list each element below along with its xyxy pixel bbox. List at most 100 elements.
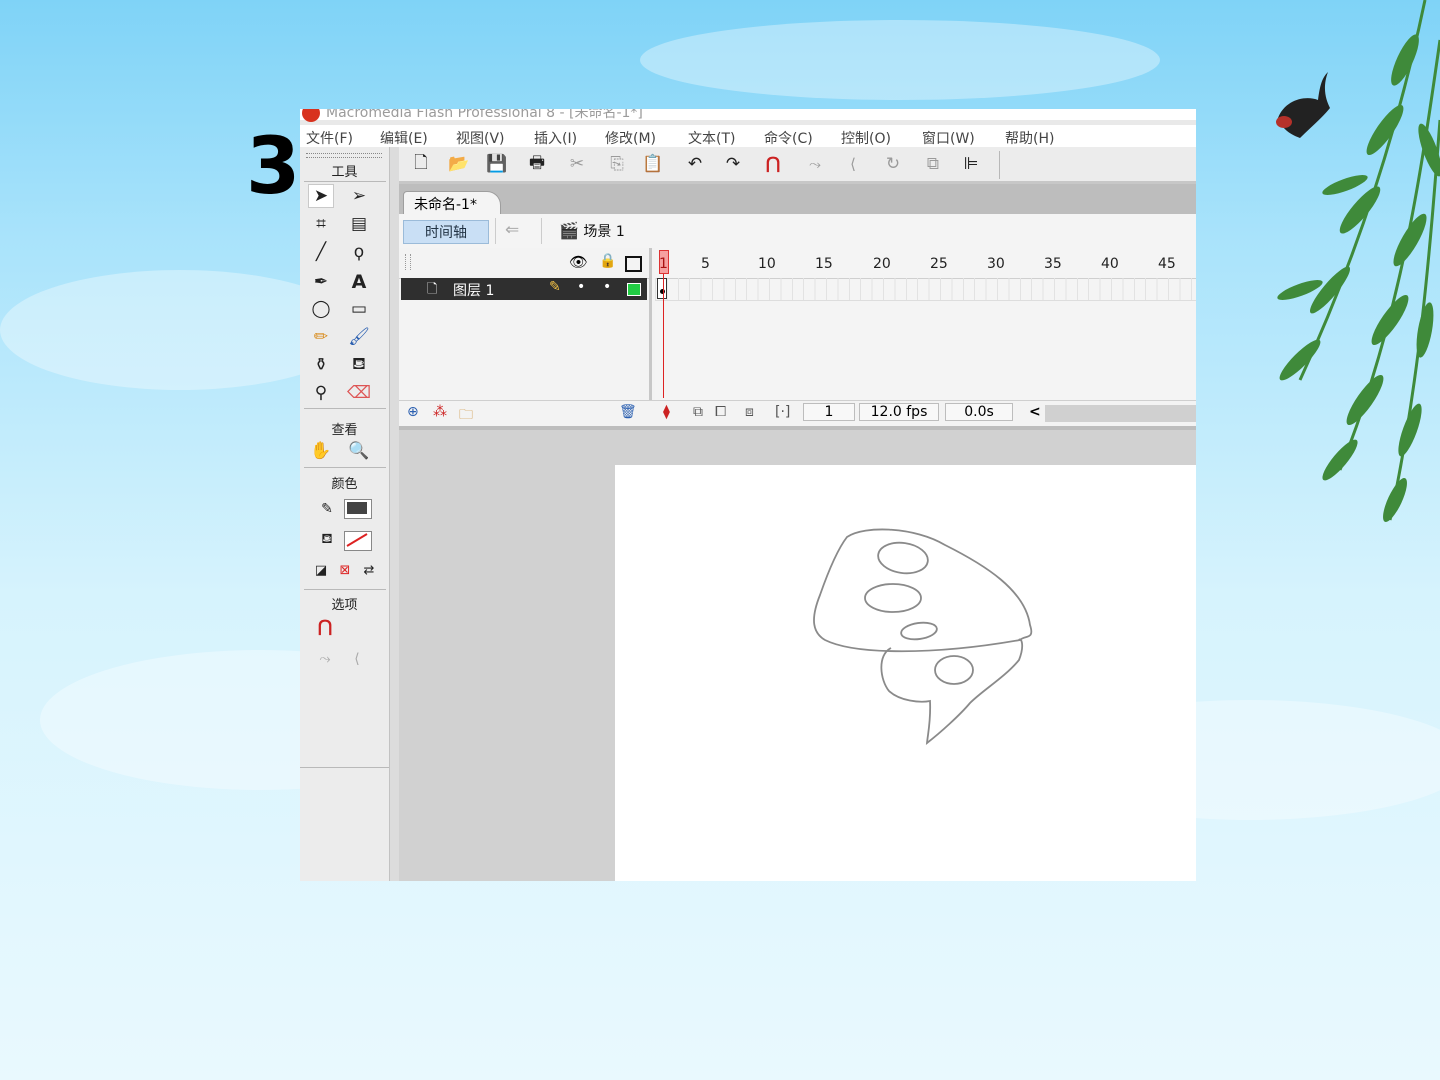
- cut-icon[interactable]: ✂: [565, 152, 589, 176]
- panel-grip[interactable]: [306, 153, 382, 158]
- ink-bottle-tool-icon[interactable]: ⚱: [308, 353, 334, 377]
- insert-folder-icon[interactable]: 🗀: [459, 404, 473, 428]
- menu-insert[interactable]: 插入(I): [534, 128, 577, 148]
- swap-colors-icon[interactable]: ⇄: [356, 558, 382, 582]
- stroke-color-fill: [347, 502, 367, 514]
- insert-layer-icon[interactable]: ⊕: [407, 404, 419, 420]
- outline-icon[interactable]: [625, 256, 642, 272]
- menu-view[interactable]: 视图(V): [456, 128, 505, 148]
- paint-bucket-tool-icon[interactable]: ⛾: [346, 353, 372, 377]
- smooth-icon[interactable]: ⤳: [312, 647, 338, 671]
- slide-number: 3: [246, 122, 301, 212]
- mushroom-cap: [813, 528, 1033, 653]
- ruler-number: 40: [1101, 256, 1119, 272]
- onion-skin-icon[interactable]: ⧉: [693, 404, 703, 420]
- undo-icon[interactable]: ↶: [683, 152, 707, 176]
- menu-control[interactable]: 控制(O): [841, 128, 891, 148]
- document-tab[interactable]: 未命名-1*: [403, 191, 501, 216]
- snap-to-objects-icon[interactable]: ⋂: [312, 615, 338, 639]
- eye-icon[interactable]: 👁: [569, 253, 588, 271]
- scene-label: 场景 1: [583, 224, 625, 240]
- zoom-tool-icon[interactable]: 🔍: [346, 439, 372, 463]
- align-icon[interactable]: ⊫: [959, 152, 983, 176]
- frame-rate-field[interactable]: 12.0 fps: [859, 403, 939, 421]
- stage-canvas[interactable]: [615, 465, 1196, 881]
- oval-tool-icon[interactable]: ◯: [308, 297, 334, 321]
- fill-transform-tool-icon[interactable]: ▤: [346, 212, 372, 236]
- text-tool-icon[interactable]: A: [346, 270, 372, 294]
- redo-icon[interactable]: ↷: [721, 152, 745, 176]
- mushroom-drawing: [813, 528, 1033, 745]
- menu-text[interactable]: 文本(T): [688, 128, 735, 148]
- pen-tool-icon[interactable]: ✒: [308, 270, 334, 294]
- ruler-number: 20: [873, 256, 891, 272]
- ruler-number: 30: [987, 256, 1005, 272]
- copy-icon[interactable]: ⎘: [605, 152, 629, 176]
- stage-area: [399, 426, 1196, 881]
- layer-row[interactable]: 🗋 图层 1 ✎ • •: [401, 278, 647, 300]
- selection-tool-icon[interactable]: ➤: [308, 184, 334, 208]
- no-color-button-icon[interactable]: ⊠: [332, 558, 358, 582]
- menu-edit[interactable]: 编辑(E): [380, 128, 428, 148]
- divider: [541, 218, 542, 244]
- divider: [304, 408, 386, 409]
- back-arrow-icon[interactable]: ⇐: [505, 220, 519, 240]
- menu-bar: 文件(F) 编辑(E) 视图(V) 插入(I) 修改(M) 文本(T) 命令(C…: [300, 125, 1196, 147]
- scene-breadcrumb[interactable]: 🎬 场景 1: [559, 221, 625, 241]
- edit-multiple-frames-icon[interactable]: ⧈: [745, 404, 754, 420]
- brush-tool-icon[interactable]: 🖌: [346, 325, 372, 349]
- lasso-tool-icon[interactable]: ϙ: [346, 240, 372, 264]
- smooth-toolbar-icon[interactable]: ⤳: [803, 152, 827, 176]
- snap-magnet-icon[interactable]: ⋂: [761, 152, 785, 176]
- playhead-line: [663, 274, 664, 398]
- visible-dot-icon[interactable]: •: [577, 279, 585, 295]
- rectangle-tool-icon[interactable]: ▭: [346, 297, 372, 321]
- keyframe[interactable]: [657, 278, 667, 299]
- paste-icon[interactable]: 📋: [641, 152, 665, 176]
- open-folder-icon[interactable]: 📂: [447, 152, 471, 176]
- new-file-icon[interactable]: 🗋: [409, 152, 433, 176]
- horizontal-scrollbar[interactable]: [1045, 405, 1196, 422]
- fill-color-swatch[interactable]: [344, 531, 372, 551]
- tools-header: 工具: [331, 165, 358, 180]
- lock-dot-icon[interactable]: •: [603, 279, 611, 295]
- menu-modify[interactable]: 修改(M): [605, 128, 656, 148]
- save-icon[interactable]: 💾: [485, 152, 509, 176]
- black-white-icon[interactable]: ◪: [308, 558, 334, 582]
- fill-color-bucket-icon: ⛾: [321, 531, 333, 547]
- colors-header: 颜色: [331, 477, 358, 492]
- stroke-color-swatch[interactable]: [344, 499, 372, 519]
- add-motion-guide-icon[interactable]: ⁂: [433, 404, 447, 420]
- scroll-left-button[interactable]: <: [1029, 404, 1041, 420]
- layer-outline-color-icon[interactable]: [627, 283, 641, 296]
- lock-icon[interactable]: 🔒: [599, 253, 616, 269]
- modify-onion-markers-icon[interactable]: [·]: [775, 404, 790, 420]
- print-icon[interactable]: 🖶: [525, 152, 549, 176]
- onion-skin-outlines-icon[interactable]: ⧠: [715, 404, 726, 420]
- stem-spot: [934, 655, 974, 685]
- layer-frames[interactable]: [655, 278, 1196, 301]
- menu-window[interactable]: 窗口(W): [922, 128, 975, 148]
- free-transform-tool-icon[interactable]: ⌗: [308, 212, 334, 236]
- scale-icon[interactable]: ⧉: [921, 152, 945, 176]
- line-tool-icon[interactable]: ╱: [308, 240, 334, 264]
- straighten-toolbar-icon[interactable]: ⟨: [841, 152, 865, 176]
- timeline-toggle-button[interactable]: 时间轴: [403, 220, 489, 244]
- cap-spot: [900, 621, 938, 641]
- panel-grip[interactable]: [405, 254, 411, 270]
- delete-layer-icon[interactable]: 🗑: [619, 404, 637, 420]
- divider: [304, 467, 386, 468]
- center-frame-icon[interactable]: ⧫: [663, 404, 670, 420]
- hand-tool-icon[interactable]: ✋: [308, 439, 334, 463]
- menu-help[interactable]: 帮助(H): [1005, 128, 1054, 148]
- eraser-tool-icon[interactable]: ⌫: [346, 381, 372, 405]
- timeline-panel: 👁 🔒 🗋 图层 1 ✎ • • 1 5 10 15 20 25 30 35 4…: [399, 248, 1196, 428]
- subselection-tool-icon[interactable]: ➢: [346, 184, 372, 208]
- eyedropper-tool-icon[interactable]: ⚲: [308, 381, 334, 405]
- menu-file[interactable]: 文件(F): [306, 128, 353, 148]
- menu-commands[interactable]: 命令(C): [764, 128, 813, 148]
- ruler-number: 25: [930, 256, 948, 272]
- straighten-icon[interactable]: ⟨: [344, 647, 370, 671]
- rotate-skew-icon[interactable]: ↻: [881, 152, 905, 176]
- pencil-tool-icon[interactable]: ✏: [308, 325, 334, 349]
